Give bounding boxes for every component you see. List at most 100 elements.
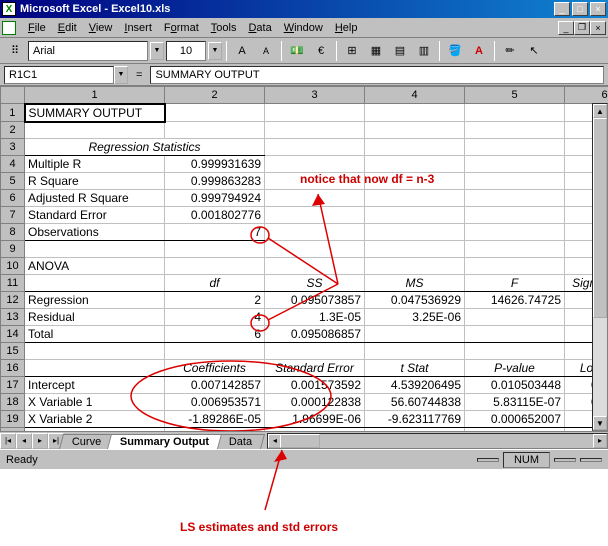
cell[interactable]: 0.999794924 <box>165 190 265 207</box>
cell[interactable]: X Variable 2 <box>25 411 165 428</box>
col-header[interactable]: 2 <box>165 87 265 104</box>
cell[interactable]: 0.000652007 <box>465 411 565 428</box>
menu-insert[interactable]: Insert <box>118 20 158 36</box>
cell[interactable]: t Stat <box>365 360 465 377</box>
close-button[interactable]: × <box>590 2 606 16</box>
maximize-button[interactable]: □ <box>572 2 588 16</box>
row-header[interactable]: 19 <box>1 411 25 428</box>
formula-input[interactable]: SUMMARY OUTPUT <box>150 66 604 84</box>
cell[interactable]: F <box>465 275 565 292</box>
grid-icon[interactable]: ▥ <box>413 40 435 62</box>
cell[interactable]: SS <box>265 275 365 292</box>
row-header[interactable]: 8 <box>1 224 25 241</box>
cell[interactable]: 7 <box>165 224 265 241</box>
size-dropdown-icon[interactable]: ▼ <box>208 42 222 60</box>
cell[interactable]: Residual <box>25 309 165 326</box>
cell[interactable]: P-value <box>465 360 565 377</box>
row-header[interactable]: 10 <box>1 258 25 275</box>
cell[interactable]: SUMMARY OUTPUT <box>25 104 165 122</box>
row-header[interactable]: 12 <box>1 292 25 309</box>
row-header[interactable]: 15 <box>1 343 25 360</box>
menu-help[interactable]: Help <box>329 20 364 36</box>
cell[interactable]: 0.095086857 <box>265 326 365 343</box>
cell[interactable]: Intercept <box>25 377 165 394</box>
doc-minimize-button[interactable]: _ <box>558 21 574 35</box>
minimize-button[interactable]: _ <box>554 2 570 16</box>
row-header[interactable]: 9 <box>1 241 25 258</box>
cell[interactable]: Coefficients <box>165 360 265 377</box>
cell[interactable]: -1.89286E-05 <box>165 411 265 428</box>
font-name-box[interactable]: Arial <box>28 41 148 61</box>
cell[interactable]: 0.047536929 <box>365 292 465 309</box>
cell[interactable]: Regression Statistics <box>25 139 265 156</box>
cell[interactable]: 0.001802776 <box>165 207 265 224</box>
cell[interactable]: -9.623117769 <box>365 411 465 428</box>
doc-restore-button[interactable]: ❐ <box>574 21 590 35</box>
cell[interactable]: 0.001573592 <box>265 377 365 394</box>
cell[interactable]: 0.006953571 <box>165 394 265 411</box>
col-header[interactable]: 6 <box>565 87 608 104</box>
cell[interactable]: Standard Error <box>265 360 365 377</box>
menu-view[interactable]: View <box>83 20 119 36</box>
cell[interactable]: 0.095073857 <box>265 292 365 309</box>
namebox-dropdown-icon[interactable]: ▼ <box>114 66 128 84</box>
cell[interactable]: Observations <box>25 224 165 241</box>
row-header[interactable]: 16 <box>1 360 25 377</box>
scroll-right-icon[interactable]: ▸ <box>593 434 607 448</box>
scroll-thumb[interactable] <box>593 118 607 318</box>
doc-close-button[interactable]: × <box>590 21 606 35</box>
cell[interactable]: Total <box>25 326 165 343</box>
font-grow-icon[interactable]: A <box>231 40 253 62</box>
merge-icon[interactable]: ⊞ <box>341 40 363 62</box>
cell[interactable]: 14626.74725 <box>465 292 565 309</box>
document-icon[interactable] <box>2 21 16 35</box>
cell[interactable]: 5.83115E-07 <box>465 394 565 411</box>
sheet-tab-curve[interactable]: Curve <box>59 434 114 449</box>
font-size-box[interactable]: 10 <box>166 41 206 61</box>
cell[interactable]: 4 <box>165 309 265 326</box>
row-header[interactable]: 3 <box>1 139 25 156</box>
row-header[interactable]: 4 <box>1 156 25 173</box>
select-icon[interactable]: ↖ <box>523 40 545 62</box>
cell[interactable]: 56.60744838 <box>365 394 465 411</box>
row-header[interactable]: 18 <box>1 394 25 411</box>
cell[interactable]: 6 <box>165 326 265 343</box>
cell[interactable]: ANOVA <box>25 258 165 275</box>
menu-edit[interactable]: Edit <box>52 20 83 36</box>
row-header[interactable]: 11 <box>1 275 25 292</box>
row-header[interactable]: 1 <box>1 104 25 122</box>
scroll-up-icon[interactable]: ▲ <box>593 104 607 118</box>
scroll-down-icon[interactable]: ▼ <box>593 416 607 430</box>
fill-color-icon[interactable]: 🪣 <box>444 40 466 62</box>
col-header[interactable]: 1 <box>25 87 165 104</box>
col-header[interactable]: 5 <box>465 87 565 104</box>
cell[interactable]: 4.539206495 <box>365 377 465 394</box>
tab-first-icon[interactable]: |◂ <box>0 433 16 449</box>
table-icon[interactable]: ▦ <box>365 40 387 62</box>
toolbar-handle-icon[interactable]: ⠿ <box>4 40 26 62</box>
currency-icon[interactable]: 💵 <box>286 40 308 62</box>
row-header[interactable]: 44 <box>1 428 25 432</box>
sheet-tab-data[interactable]: Data <box>216 434 265 449</box>
borders-icon[interactable]: ▤ <box>389 40 411 62</box>
sheet-tab-summary[interactable]: Summary Output <box>107 434 222 449</box>
cell[interactable]: 0.010503448 <box>465 377 565 394</box>
cell[interactable]: Standard Error <box>25 207 165 224</box>
col-header[interactable]: 3 <box>265 87 365 104</box>
cell[interactable]: Regression <box>25 292 165 309</box>
font-dropdown-icon[interactable]: ▼ <box>150 42 164 60</box>
cell[interactable]: R Square <box>25 173 165 190</box>
cell[interactable]: 0.999863283 <box>165 173 265 190</box>
vertical-scrollbar[interactable]: ▲ ▼ <box>592 103 608 431</box>
font-shrink-icon[interactable]: A <box>255 40 277 62</box>
hscroll-thumb[interactable] <box>280 434 320 448</box>
menu-tools[interactable]: Tools <box>205 20 243 36</box>
font-color-icon[interactable]: A <box>468 40 490 62</box>
menu-file[interactable]: File <box>22 20 52 36</box>
col-header[interactable]: 4 <box>365 87 465 104</box>
row-header[interactable]: 17 <box>1 377 25 394</box>
cell[interactable]: X Variable 1 <box>25 394 165 411</box>
cell[interactable]: Adjusted R Square <box>25 190 165 207</box>
row-header[interactable]: 6 <box>1 190 25 207</box>
cell[interactable]: df <box>165 275 265 292</box>
